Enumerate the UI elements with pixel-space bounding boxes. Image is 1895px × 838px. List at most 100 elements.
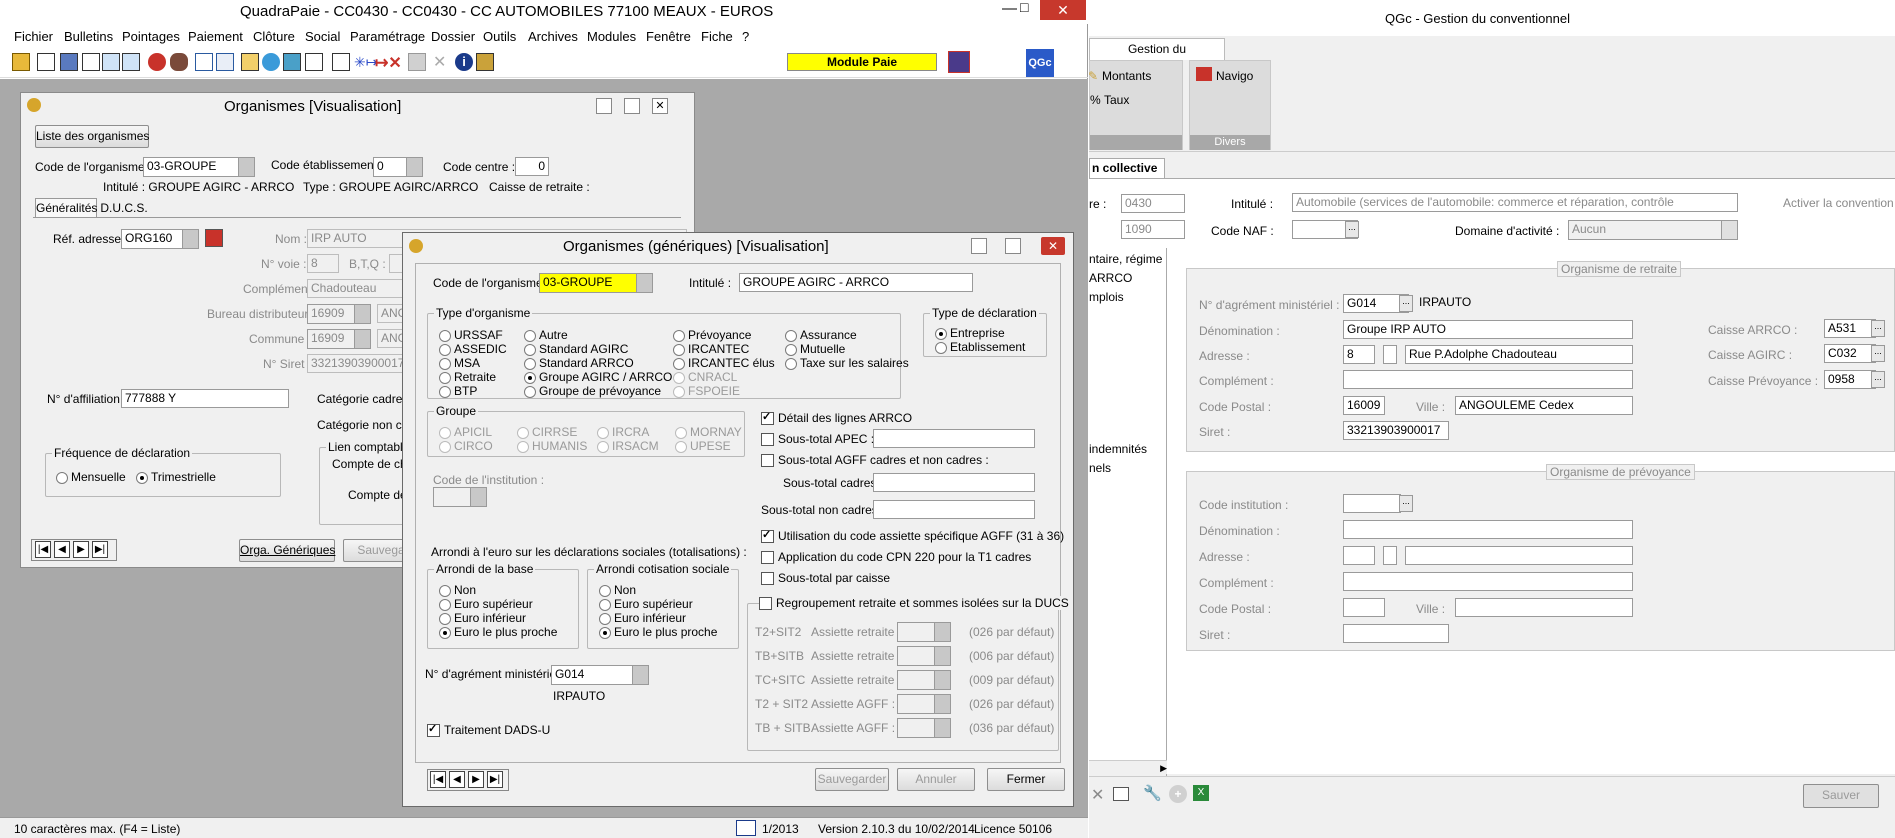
- org-centre-field[interactable]: 0: [515, 157, 549, 176]
- decl-etablissement-radio[interactable]: Etablissement: [935, 340, 1025, 354]
- groupe-ircra-radio[interactable]: IRCRA: [597, 425, 649, 439]
- type-assedic-radio[interactable]: ASSEDIC: [439, 342, 507, 356]
- org-etab-combo[interactable]: 0: [373, 157, 423, 177]
- dads-u-checkbox[interactable]: Traitement DADS-U: [427, 722, 550, 737]
- tab-generalites[interactable]: Généralités: [35, 198, 97, 218]
- gen-save-button[interactable]: Sauvegarder: [815, 768, 889, 791]
- menu-outils[interactable]: Outils: [483, 29, 516, 44]
- p-siret-field[interactable]: [1343, 624, 1449, 643]
- p-complement-field[interactable]: [1343, 572, 1633, 591]
- naf-lookup-button[interactable]: ...: [1345, 221, 1359, 238]
- adresse-rue-field[interactable]: Rue P.Adolphe Chadouteau: [1405, 345, 1633, 364]
- decl-entreprise-radio[interactable]: Entreprise: [935, 326, 1005, 340]
- regroup-combo-1[interactable]: [897, 622, 951, 642]
- bureau-combo[interactable]: 16909: [307, 304, 371, 324]
- delete-x-icon[interactable]: ↦✕: [375, 53, 402, 73]
- info-icon[interactable]: i: [455, 53, 473, 71]
- p-cp-field[interactable]: [1343, 598, 1385, 617]
- bar-chart-icon[interactable]: [241, 53, 259, 71]
- ribbon-tab[interactable]: Gestion du conventionnel: [1089, 38, 1225, 76]
- taux-button[interactable]: Taux: [1104, 93, 1129, 107]
- tree-item-2[interactable]: ARRCO: [1089, 271, 1132, 285]
- navigo-button[interactable]: Navigo: [1216, 69, 1253, 83]
- groupe-humanis-radio[interactable]: HUMANIS: [517, 439, 587, 453]
- type-prevoyance-radio[interactable]: Prévoyance: [673, 328, 751, 342]
- type-ircantec-radio[interactable]: IRCANTEC: [673, 342, 749, 356]
- ville-field[interactable]: ANGOULEME Cedex: [1455, 396, 1633, 415]
- calendar-icon[interactable]: [195, 53, 213, 71]
- gen-close-icon[interactable]: ✕: [1041, 237, 1065, 255]
- type-btp-radio[interactable]: BTP: [439, 384, 477, 398]
- qgc-save-button[interactable]: Sauver: [1803, 784, 1879, 808]
- qgc-logo-icon[interactable]: QGc: [1026, 49, 1054, 77]
- calendar-grid-icon[interactable]: [216, 53, 234, 71]
- ref-adresse-combo[interactable]: ORG160: [121, 229, 199, 249]
- menu-bulletins[interactable]: Bulletins: [64, 29, 113, 44]
- table-icon[interactable]: [1113, 787, 1129, 801]
- caisse-arrco-field[interactable]: A531: [1824, 319, 1876, 338]
- gen-close-button[interactable]: Fermer: [987, 768, 1065, 791]
- regroup-combo-2[interactable]: [897, 646, 951, 666]
- nav-last-icon[interactable]: ▶|: [92, 541, 108, 558]
- base-non-radio[interactable]: Non: [439, 583, 476, 597]
- nav-prev-icon[interactable]: ◀: [54, 541, 70, 558]
- caisse-prev-lookup[interactable]: ...: [1871, 371, 1885, 388]
- base-sup-radio[interactable]: Euro supérieur: [439, 597, 533, 611]
- document-arrow-icon[interactable]: [332, 53, 350, 71]
- gen-nav-prev-icon[interactable]: ◀: [449, 771, 465, 788]
- print-icon[interactable]: [102, 53, 120, 71]
- denom-field[interactable]: Groupe IRP AUTO: [1343, 320, 1633, 339]
- close-doc-icon[interactable]: ✕: [433, 52, 446, 72]
- groupe-apicil-radio[interactable]: APICIL: [439, 425, 492, 439]
- montants-icon[interactable]: ✎: [1088, 69, 1098, 83]
- gen-intitule-field[interactable]: GROUPE AGIRC - ARRCO: [739, 273, 973, 292]
- gen-agrement-combo[interactable]: G014: [551, 665, 649, 685]
- menu-fenetre[interactable]: Fenêtre: [646, 29, 691, 44]
- gen-minimize-icon[interactable]: [971, 238, 987, 254]
- menu-dossier[interactable]: Dossier: [431, 29, 475, 44]
- print-preview-icon[interactable]: [305, 53, 323, 71]
- type-urssaf-radio[interactable]: URSSAF: [439, 328, 503, 342]
- groupe-upese-radio[interactable]: UPESE: [675, 439, 731, 453]
- menu-archives[interactable]: Archives: [528, 29, 578, 44]
- p-adresse-rue-field[interactable]: [1405, 546, 1633, 565]
- type-autre-radio[interactable]: Autre: [524, 328, 568, 342]
- code-inst-lookup[interactable]: ...: [1399, 495, 1413, 512]
- type-groupe-agirc-arrco-radio[interactable]: Groupe AGIRC / ARRCO: [524, 370, 672, 384]
- code-inst-field[interactable]: [1343, 494, 1401, 513]
- tree-item-4[interactable]: indemnités: [1089, 442, 1147, 456]
- siret-field-r[interactable]: 33213903900017: [1343, 421, 1449, 440]
- cot-inf-radio[interactable]: Euro inférieur: [599, 611, 686, 625]
- voie-field[interactable]: 8: [307, 254, 339, 273]
- save-disk-icon[interactable]: [408, 53, 426, 71]
- search-people-icon[interactable]: [60, 53, 78, 71]
- qgc-cc-field[interactable]: 0430: [1121, 194, 1185, 213]
- regroup-combo-3[interactable]: [897, 670, 951, 690]
- menu-modules[interactable]: Modules: [587, 29, 636, 44]
- star-arrow-icon[interactable]: ✳↦: [354, 54, 377, 71]
- complement-field-r[interactable]: [1343, 370, 1633, 389]
- adresse-num-field[interactable]: 8: [1343, 345, 1375, 364]
- list-organismes-button[interactable]: Liste des organismes: [35, 125, 149, 148]
- menu-fiche[interactable]: Fiche: [701, 29, 733, 44]
- add-circle-icon[interactable]: +: [1169, 785, 1187, 803]
- menu-help[interactable]: ?: [742, 29, 749, 44]
- print-icon-2[interactable]: [122, 53, 140, 71]
- org-minimize-icon[interactable]: [596, 98, 612, 114]
- regroup-combo-5[interactable]: [897, 718, 951, 738]
- org-restore-icon[interactable]: [624, 98, 640, 114]
- caisse-arrco-lookup[interactable]: ...: [1871, 320, 1885, 337]
- montants-button[interactable]: Montants: [1102, 69, 1151, 83]
- qgc-intitule-field[interactable]: Automobile (services de l'automobile: co…: [1292, 193, 1738, 212]
- tree-scrollbar[interactable]: ▶: [1089, 760, 1167, 774]
- qgc-agrement-lookup[interactable]: ...: [1399, 295, 1413, 312]
- cot-non-radio[interactable]: Non: [599, 583, 636, 597]
- menu-social[interactable]: Social: [305, 29, 340, 44]
- type-taxe-salaires-radio[interactable]: Taxe sur les salaires: [785, 356, 909, 370]
- orga-generiques-button[interactable]: Orga. Génériques: [239, 539, 335, 562]
- grid-icon[interactable]: [82, 53, 100, 71]
- p-adresse-btq-field[interactable]: [1383, 546, 1397, 565]
- menu-pointages[interactable]: Pointages: [122, 29, 180, 44]
- document-icon[interactable]: [37, 53, 55, 71]
- sous-agff-checkbox[interactable]: Sous-total AGFF cadres et non cadres :: [761, 453, 989, 467]
